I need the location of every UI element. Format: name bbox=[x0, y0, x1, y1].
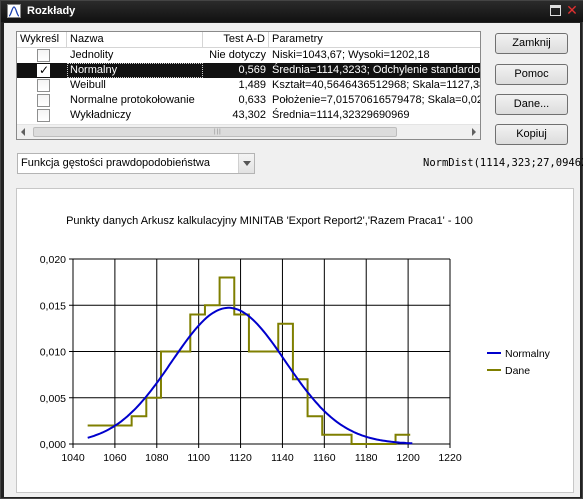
scroll-left-icon[interactable] bbox=[21, 128, 25, 136]
legend-label-data: Dane bbox=[505, 365, 530, 377]
x-tick-label: 1180 bbox=[355, 452, 378, 464]
ad-test-value: Nie dotyczy bbox=[209, 49, 266, 61]
copy-button[interactable]: Kopiuj bbox=[495, 124, 568, 145]
table-row[interactable]: Jednolity Nie dotyczy Niski=1043,67; Wys… bbox=[17, 48, 480, 63]
checkmark-icon: ✓ bbox=[39, 63, 50, 77]
table-row[interactable]: Weibull 1,489 Kształt=40,5646436512968; … bbox=[17, 78, 480, 93]
grip-icon: ||| bbox=[214, 129, 222, 135]
x-tick-label: 1100 bbox=[187, 452, 210, 464]
column-header-test[interactable]: Test A-D bbox=[203, 32, 269, 48]
function-select[interactable]: Funkcja gęstości prawdopodobieństwa bbox=[17, 153, 255, 174]
parameters-value: Niski=1043,67; Wysoki=1202,18 bbox=[272, 49, 430, 61]
distribution-name: Wykładniczy bbox=[70, 109, 132, 121]
column-header-params[interactable]: Parametry bbox=[269, 32, 480, 48]
x-tick-label: 1080 bbox=[145, 452, 169, 464]
y-tick-label: 0,005 bbox=[40, 393, 66, 405]
chart-svg: Punkty danych Arkusz kalkulacyjny MINITA… bbox=[40, 215, 551, 464]
help-button[interactable]: Pomoc bbox=[495, 64, 568, 85]
data-series-line bbox=[87, 276, 411, 445]
close-button[interactable]: Zamknij bbox=[495, 33, 568, 54]
close-window-icon[interactable]: ✕ bbox=[565, 3, 579, 17]
horizontal-scrollbar[interactable]: ||| bbox=[17, 124, 480, 139]
ad-test-value: 1,489 bbox=[238, 79, 266, 91]
title-bar[interactable]: Rozkłady ✕ bbox=[1, 1, 583, 22]
distribution-name: Weibull bbox=[70, 79, 106, 91]
x-tick-label: 1120 bbox=[229, 452, 252, 464]
dialog-body: Wykreśl Nazwa Test A-D Parametry Jednoli… bbox=[4, 23, 583, 497]
formula-readout: NormDist(1114,323;27,09462) bbox=[423, 157, 583, 169]
distribution-name: Normalny bbox=[67, 63, 203, 78]
x-tick-label: 1060 bbox=[103, 452, 127, 464]
x-tick-label: 1140 bbox=[271, 452, 294, 464]
y-tick-label: 0,015 bbox=[40, 300, 66, 312]
app-icon bbox=[7, 4, 21, 18]
ad-test-value: 0,569 bbox=[238, 64, 266, 76]
column-header-plot[interactable]: Wykreśl bbox=[17, 32, 67, 48]
table-header: Wykreśl Nazwa Test A-D Parametry bbox=[17, 32, 480, 48]
parameters-value: Średnia=1114,3233; Odchylenie standardow… bbox=[272, 64, 480, 76]
plot-checkbox[interactable]: ✓ bbox=[37, 63, 50, 77]
parameters-value: Położenie=7,01570616579478; Skala=0,0243 bbox=[272, 94, 480, 106]
table-row[interactable]: Normalne protokołowanie 0,633 Położenie=… bbox=[17, 93, 480, 108]
plot-checkbox[interactable] bbox=[37, 109, 50, 122]
parameters-value: Średnia=1114,32329690969 bbox=[272, 109, 410, 121]
window-title: Rozkłady bbox=[27, 5, 76, 17]
function-select-value: Funkcja gęstości prawdopodobieństwa bbox=[21, 157, 210, 169]
scrollbar-thumb[interactable]: ||| bbox=[33, 127, 397, 137]
y-tick-label: 0,020 bbox=[40, 254, 66, 266]
column-header-name[interactable]: Nazwa bbox=[67, 32, 203, 48]
normal-curve-line bbox=[87, 306, 413, 445]
y-tick-label: 0,000 bbox=[40, 439, 66, 451]
x-tick-label: 1160 bbox=[313, 452, 336, 464]
distribution-name: Jednolity bbox=[70, 49, 114, 61]
x-tick-label: 1040 bbox=[61, 452, 85, 464]
distributions-window: Rozkłady ✕ Wykreśl Nazwa Test A-D Parame… bbox=[0, 0, 583, 499]
x-tick-label: 1220 bbox=[438, 452, 462, 464]
plot-checkbox[interactable] bbox=[37, 49, 50, 62]
table-row[interactable]: Wykładniczy 43,302 Średnia=1114,32329690… bbox=[17, 108, 480, 123]
scroll-right-icon[interactable] bbox=[472, 128, 476, 136]
plot-checkbox[interactable] bbox=[37, 79, 50, 92]
y-tick-label: 0,010 bbox=[40, 347, 66, 359]
ad-test-value: 43,302 bbox=[232, 109, 266, 121]
distribution-chart: Punkty danych Arkusz kalkulacyjny MINITA… bbox=[16, 188, 574, 493]
table-row[interactable]: ✓ Normalny 0,569 Średnia=1114,3233; Odch… bbox=[17, 63, 480, 78]
distributions-table: Wykreśl Nazwa Test A-D Parametry Jednoli… bbox=[16, 31, 481, 140]
distribution-name: Normalne protokołowanie bbox=[70, 94, 195, 106]
plot-checkbox[interactable] bbox=[37, 94, 50, 107]
dropdown-arrow-icon[interactable] bbox=[238, 154, 254, 173]
maximize-button[interactable] bbox=[550, 5, 561, 16]
data-button[interactable]: Dane... bbox=[495, 94, 568, 115]
chart-title: Punkty danych Arkusz kalkulacyjny MINITA… bbox=[66, 215, 473, 227]
ad-test-value: 0,633 bbox=[238, 94, 266, 106]
parameters-value: Kształt=40,5646436512968; Skala=1127,38 bbox=[272, 79, 480, 91]
legend-label-normal: Normalny bbox=[505, 348, 551, 360]
x-tick-label: 1200 bbox=[396, 452, 420, 464]
